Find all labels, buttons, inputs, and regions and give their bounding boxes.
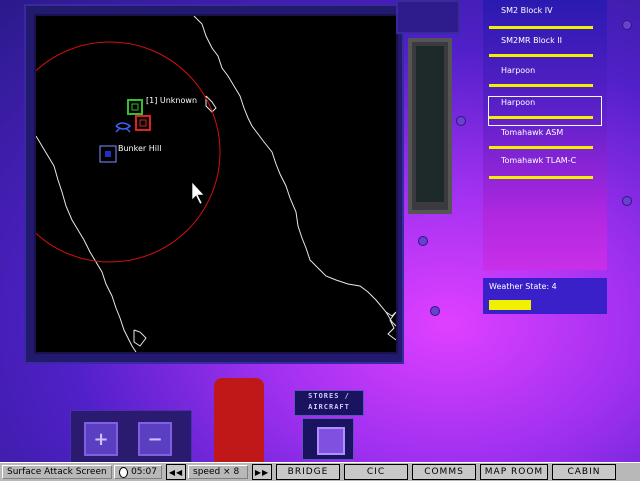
- nav-bridge-button[interactable]: BRIDGE: [276, 464, 340, 480]
- weapon-item-label: Harpoon: [501, 98, 536, 107]
- game-time: 05:07: [131, 467, 157, 477]
- stores-label-line1: STORES /: [308, 392, 350, 400]
- indicator-tube-glass: [416, 46, 444, 202]
- weapon-ammo-bar: [489, 176, 593, 179]
- tactical-map[interactable]: [1] Unknown Bunker Hill: [34, 14, 398, 354]
- clock-icon: [119, 466, 129, 478]
- coastline: [193, 16, 396, 327]
- weapons-panel: SM2 Block IV SM2MR Block II Harpoon Harp…: [483, 0, 607, 270]
- hostile-contact-marker[interactable]: [135, 115, 151, 131]
- coastline-west: [36, 135, 137, 352]
- upper-bezel: [396, 0, 460, 34]
- coastline-svg: [36, 16, 396, 352]
- nav-comms-button[interactable]: COMMS: [412, 464, 476, 480]
- weapon-item[interactable]: Harpoon: [501, 66, 609, 75]
- rivet: [622, 20, 632, 30]
- rivet: [456, 116, 466, 126]
- weapon-ammo-bar: [489, 116, 593, 119]
- weapon-item[interactable]: Tomahawk ASM: [501, 128, 609, 137]
- screen-name: Surface Attack Screen: [2, 465, 112, 479]
- rivet: [622, 196, 632, 206]
- hostile-contact-inner: [139, 119, 147, 127]
- plus-icon: +: [93, 428, 109, 450]
- zoom-in-button[interactable]: +: [84, 422, 118, 456]
- contact-label-own-ship: Bunker Hill: [118, 144, 162, 153]
- slower-button[interactable]: ◀◀: [166, 464, 186, 480]
- weapon-ammo-bar: [489, 84, 593, 87]
- stores-aircraft-button-face: [317, 427, 345, 455]
- stores-label-line2: AIRCRAFT: [308, 403, 350, 411]
- rivet: [418, 236, 428, 246]
- coastline-islands: [133, 329, 147, 347]
- weapon-ammo-bar: [489, 146, 593, 149]
- unknown-contact-inner: [131, 103, 139, 111]
- weapon-ammo-bar: [489, 26, 593, 29]
- nav-cabin-button[interactable]: CABIN: [552, 464, 616, 480]
- weapon-item[interactable]: SM2 Block IV: [501, 6, 609, 15]
- contact-label-unknown: [1] Unknown: [146, 96, 198, 105]
- game-clock: 05:07: [114, 465, 162, 479]
- rivet: [430, 306, 440, 316]
- friendly-helo-icon[interactable]: [115, 122, 132, 133]
- weapon-item-selected[interactable]: Harpoon: [488, 96, 602, 126]
- red-lever: [214, 378, 264, 462]
- weapon-item[interactable]: SM2MR Block II: [501, 36, 609, 45]
- zoom-out-button[interactable]: −: [138, 422, 172, 456]
- weather-panel: Weather State: 4: [483, 278, 607, 314]
- stores-aircraft-button[interactable]: [302, 418, 354, 460]
- faster-button[interactable]: ▶▶: [252, 464, 272, 480]
- weather-state-label: Weather State: 4: [489, 282, 557, 291]
- stores-aircraft-label: STORES / AIRCRAFT: [294, 390, 364, 416]
- weapon-item[interactable]: Tomahawk TLAM-C: [501, 156, 609, 165]
- time-compression: speed × 8: [188, 465, 248, 479]
- weapon-ammo-bar: [489, 54, 593, 57]
- ship-console: [1] Unknown Bunker Hill SM2 Block IV SM2…: [0, 0, 640, 462]
- minus-icon: −: [147, 428, 163, 450]
- mouse-cursor-icon: [191, 181, 205, 205]
- indicator-tube: [408, 38, 452, 214]
- nav-cic-button[interactable]: CIC: [344, 464, 408, 480]
- own-ship-inner: [105, 151, 111, 157]
- coastline-east: [385, 311, 396, 341]
- status-bar: Surface Attack Screen 05:07 ◀◀ speed × 8…: [0, 462, 640, 481]
- nav-map-room-button[interactable]: MAP ROOM: [480, 464, 548, 480]
- unknown-contact-marker[interactable]: [127, 99, 143, 115]
- weather-state-bar: [489, 300, 531, 310]
